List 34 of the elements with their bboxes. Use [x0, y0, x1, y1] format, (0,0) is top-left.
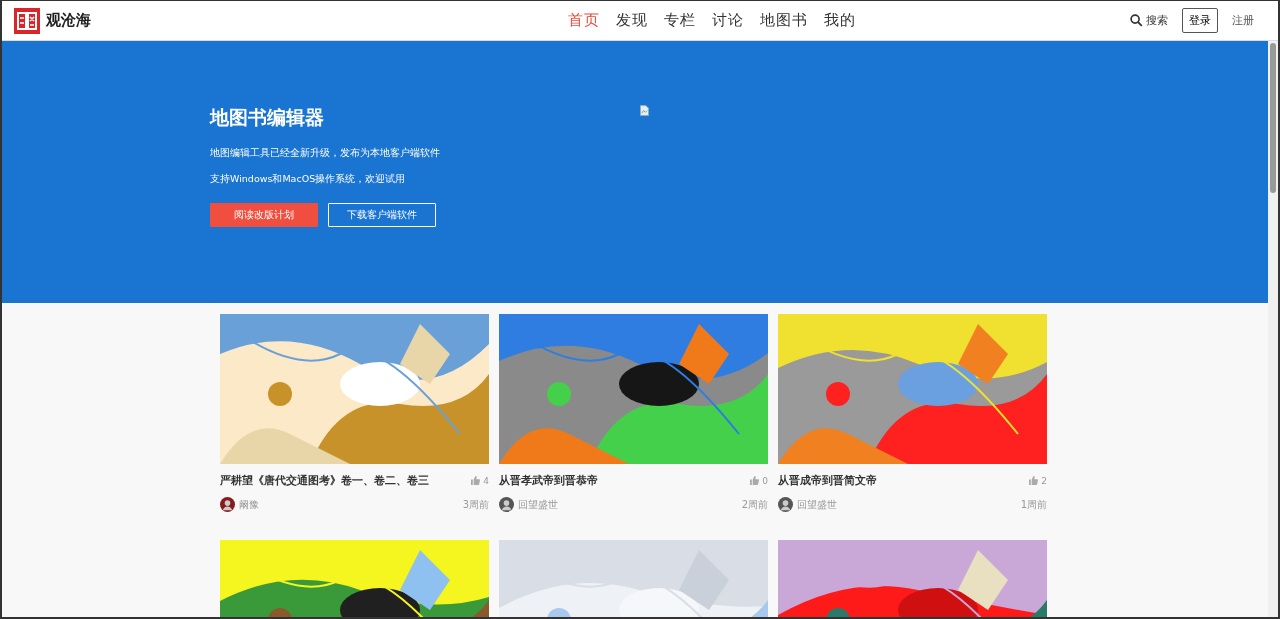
nav-tab[interactable]: 讨论: [712, 11, 744, 30]
login-button[interactable]: 登录: [1182, 8, 1218, 33]
avatar-icon: [778, 497, 793, 512]
hero-description: 支持Windows和MacOS操作系统，欢迎试用: [210, 173, 407, 186]
thumbs-up-icon[interactable]: [1029, 476, 1039, 485]
avatar-icon: [220, 497, 235, 512]
register-link[interactable]: 注册: [1232, 13, 1254, 28]
scrollbar[interactable]: [1268, 41, 1278, 617]
thumbs-up-icon[interactable]: [471, 476, 481, 485]
post-time: 1周前: [1020, 497, 1047, 512]
hero-title: 地图书编辑器: [210, 105, 325, 130]
nav-tab[interactable]: 发现: [616, 11, 648, 30]
avatar-icon: [499, 497, 514, 512]
card-title[interactable]: 从晋成帝到晋简文帝: [778, 473, 877, 488]
site-name[interactable]: 观沧海: [46, 11, 91, 30]
nav-tab[interactable]: 地图书: [760, 11, 808, 30]
nav-tab[interactable]: 首页: [568, 11, 600, 30]
logo-icon: [14, 7, 40, 34]
read-plan-button[interactable]: 阅读改版计划: [210, 203, 318, 227]
like-count: 0: [762, 475, 768, 486]
like-count: 4: [483, 475, 489, 486]
broken-image-icon: [640, 105, 649, 116]
search-icon: [1130, 14, 1143, 27]
post-time: 3周前: [462, 497, 489, 512]
like-count: 2: [1041, 475, 1047, 486]
card-title[interactable]: 从晋孝武帝到晋恭帝: [499, 473, 598, 488]
post-time: 2周前: [741, 497, 768, 512]
download-button[interactable]: 下载客户端软件: [328, 203, 436, 227]
card-title[interactable]: 严耕望《唐代交通图考》卷一、卷二、卷三: [220, 473, 429, 488]
thumbs-up-icon[interactable]: [750, 476, 760, 485]
nav-tab[interactable]: 我的: [824, 11, 856, 30]
nav-tab[interactable]: 专栏: [664, 11, 696, 30]
hero-description: 地图编辑工具已经全新升级，发布为本地客户端软件: [210, 147, 440, 160]
search-link[interactable]: 搜索: [1130, 13, 1168, 28]
